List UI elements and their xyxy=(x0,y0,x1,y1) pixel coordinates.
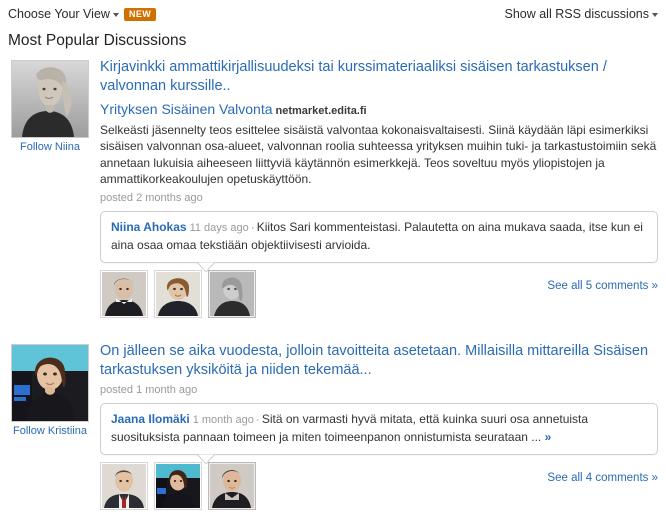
avatar-image xyxy=(102,463,146,508)
avatar-image xyxy=(12,344,88,421)
source-name-link[interactable]: Yrityksen Sisäinen Valvonta xyxy=(100,101,273,117)
comment-timestamp: 11 days ago xyxy=(189,222,249,235)
top-toolbar: Choose Your View NEW Show all RSS discus… xyxy=(0,0,666,27)
caret-down-icon xyxy=(652,12,658,17)
caret-down-icon xyxy=(112,12,119,17)
show-all-rss-discussions-label: Show all RSS discussions xyxy=(504,7,649,21)
comment-bubble-wrapper: Jaana Ilomäki 1 month ago · Sitä on varmast… xyxy=(100,402,658,464)
avatar-image xyxy=(12,61,88,137)
choose-your-view-label: Choose Your View xyxy=(8,7,110,21)
commenter-thumbs xyxy=(100,269,256,318)
portrait-niina[interactable] xyxy=(11,60,89,138)
portrait-kristiina[interactable] xyxy=(11,343,89,422)
avatar-image xyxy=(210,271,254,316)
comment-timestamp: 1 month ago xyxy=(192,413,254,426)
choose-your-view-dropdown[interactable]: Choose Your View xyxy=(8,7,119,21)
follow-author-link[interactable]: Follow Kristiina xyxy=(8,425,92,437)
commenter-thumb-1[interactable] xyxy=(100,461,148,510)
commenter-thumb-2[interactable] xyxy=(154,269,202,318)
source-domain: netmarket.edita.fi xyxy=(275,105,367,118)
discussion-summary: Selkeästi jäsennelty teos esittelee sisä… xyxy=(100,122,657,187)
comment-separator: · xyxy=(255,411,260,426)
commenter-thumb-3[interactable] xyxy=(208,269,256,318)
discussion-author-column: Follow Niina xyxy=(8,58,92,153)
comment-bubble: Jaana Ilomäki 1 month ago · Sitä on varmast… xyxy=(100,402,658,455)
discussion-source: Yrityksen Sisäinen Valvonta netmarket.edi… xyxy=(100,100,658,119)
comment-bubble: Niina Ahokas 11 days ago · Kiitos Sari komm… xyxy=(100,211,658,263)
comment-bubble-tail-icon xyxy=(197,261,215,272)
discussion-title-link[interactable]: On jälleen se aika vuodesta, jolloin tav… xyxy=(100,342,658,380)
comment-bubble-tail-icon xyxy=(197,453,215,464)
comment-author-link[interactable]: Niina Ahokas xyxy=(111,220,187,234)
avatar-image xyxy=(210,463,254,508)
commenter-thumb-2[interactable] xyxy=(154,461,202,510)
commenter-thumbs-row: See all 5 comments » xyxy=(100,269,658,322)
toolbar-right-group: Show all RSS discussions xyxy=(504,7,658,21)
comment-author-link[interactable]: Jaana Ilomäki xyxy=(111,412,190,426)
follow-author-link[interactable]: Follow Niina xyxy=(8,141,92,153)
discussion-content: On jälleen se aika vuodesta, jolloin tav… xyxy=(92,342,658,514)
commenter-thumbs xyxy=(100,461,256,510)
discussion-author-column: Follow Kristiina xyxy=(8,342,92,437)
discussion-title-link[interactable]: Kirjavinkki ammattikirjallisuudeksi tai … xyxy=(100,58,658,96)
show-all-rss-discussions-dropdown[interactable]: Show all RSS discussions xyxy=(504,7,658,21)
posted-timestamp: posted 2 months ago xyxy=(100,192,203,205)
avatar-image xyxy=(102,271,146,316)
commenter-thumbs-row: See all 4 comments » xyxy=(100,461,658,514)
posted-timestamp: posted 1 month ago xyxy=(100,383,198,396)
comment-separator: · xyxy=(250,220,255,235)
discussion-content: Kirjavinkki ammattikirjallisuudeksi tai … xyxy=(92,58,658,322)
comment-bubble-wrapper: Niina Ahokas 11 days ago · Kiitos Sari komm… xyxy=(100,211,658,272)
commenter-thumb-3[interactable] xyxy=(208,461,256,510)
comment-expand-link[interactable]: » xyxy=(545,430,552,444)
avatar-image xyxy=(156,271,200,316)
discussion-spacer xyxy=(0,322,666,342)
discussion-item: Follow Kristiina On jälleen se aika vuod… xyxy=(0,342,666,514)
discussion-item: Follow Niina Kirjavinkki ammattikirjalli… xyxy=(0,58,666,322)
commenter-thumb-1[interactable] xyxy=(100,269,148,318)
page-title: Most Popular Discussions xyxy=(8,32,187,49)
toolbar-left-group: Choose Your View NEW xyxy=(8,7,157,21)
new-badge: NEW xyxy=(123,7,157,21)
see-all-comments-link[interactable]: See all 4 comments » xyxy=(547,462,658,484)
avatar-image xyxy=(156,463,200,508)
see-all-comments-link[interactable]: See all 5 comments » xyxy=(547,270,658,292)
